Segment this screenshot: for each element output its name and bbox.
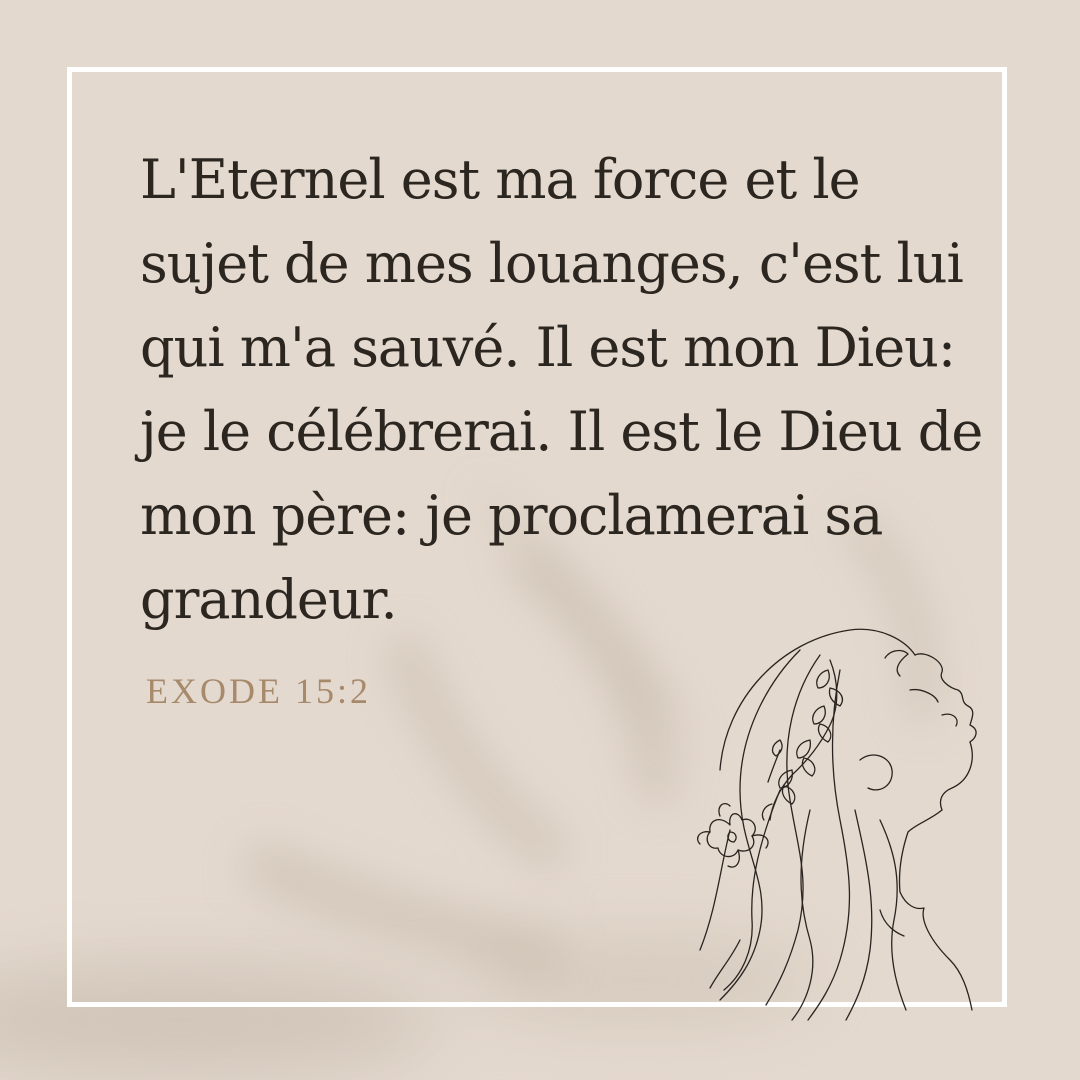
verse-line: L'Eternel est ma force et le <box>140 148 861 211</box>
woman-profile-line-art-icon <box>696 628 977 1021</box>
verse-reference: EXODE 15:2 <box>146 671 371 711</box>
verse-line: qui m'a sauvé. Il est mon Dieu: <box>140 316 956 379</box>
verse-line: sujet de mes louanges, c'est lui <box>140 232 964 295</box>
bible-verse-text: L'Eternel est ma force et le sujet de me… <box>140 138 983 642</box>
verse-line: mon père: je proclamerai sa <box>140 484 883 547</box>
verse-line: je le célébrerai. Il est le Dieu de <box>140 400 983 463</box>
